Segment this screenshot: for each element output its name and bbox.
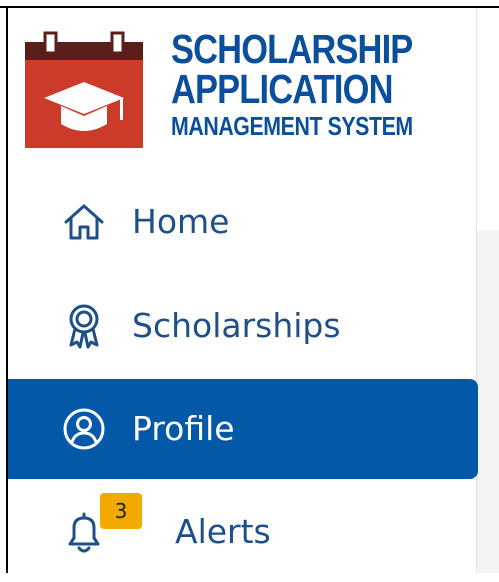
brand-title: Scholarship Application Management Syste… <box>171 26 466 141</box>
brand-line-1: Scholarship <box>171 26 413 72</box>
content-area-shade <box>477 230 499 573</box>
user-circle-icon <box>63 408 105 450</box>
brand-line-2: Application <box>171 66 393 112</box>
calendar-graduation-cap-icon <box>25 31 143 148</box>
nav-label-home: Home <box>132 202 230 241</box>
award-ribbon-icon <box>69 304 99 349</box>
app-logo[interactable]: Scholarship Application Management Syste… <box>25 28 425 150</box>
nav-item-scholarships[interactable]: Scholarships <box>8 276 478 376</box>
home-icon <box>64 204 104 240</box>
window-top-border <box>0 0 499 8</box>
nav-item-home[interactable]: Home <box>8 172 478 272</box>
nav-label-scholarships: Scholarships <box>132 306 341 345</box>
nav-label-alerts: Alerts <box>175 512 271 551</box>
window-left-border <box>0 6 8 573</box>
nav-item-alerts[interactable]: Alerts <box>8 482 478 582</box>
main-content-edge <box>476 8 499 573</box>
nav-item-profile[interactable]: Profile <box>8 379 478 479</box>
brand-line-3: Management System <box>171 111 413 141</box>
nav-label-profile: Profile <box>132 409 235 448</box>
alerts-count-badge: 3 <box>100 493 142 529</box>
